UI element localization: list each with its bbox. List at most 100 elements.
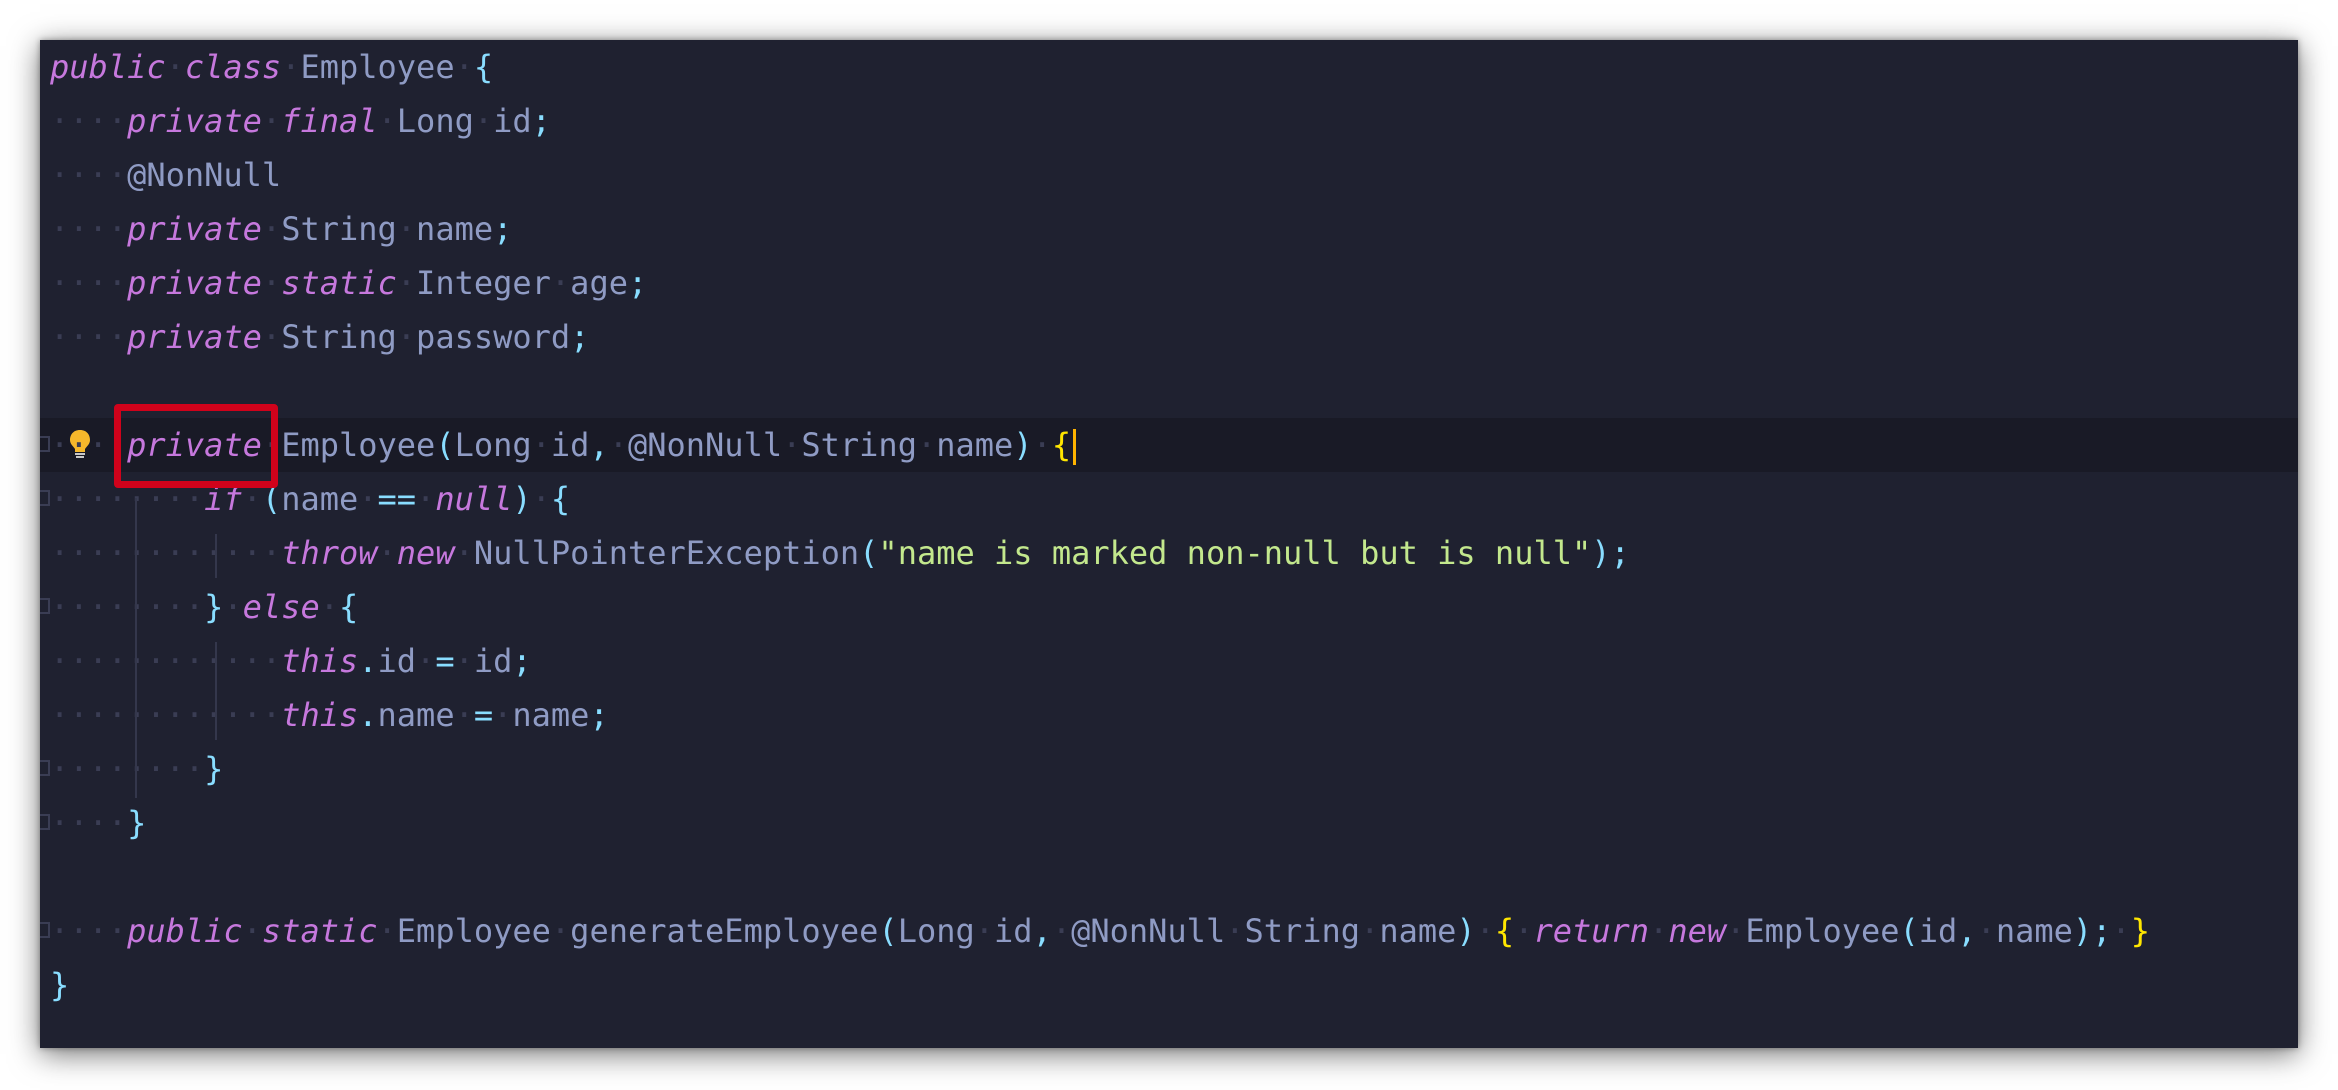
- code-line[interactable]: ········if·(name·==·null)·{: [40, 472, 2298, 526]
- token-ws: ·: [2111, 912, 2131, 950]
- fold-marker-icon[interactable]: [40, 814, 50, 830]
- token-br: {: [338, 588, 359, 626]
- code-line[interactable]: ····private·String·password;: [40, 310, 2298, 364]
- token-ws: ·: [454, 696, 474, 734]
- code-line-text: ····private·String·name;: [50, 202, 512, 256]
- code-line[interactable]: ····@NonNull: [40, 148, 2298, 202]
- indent-guide-3: [215, 642, 217, 740]
- token-br: }: [204, 750, 224, 788]
- token-pun: ;: [1610, 534, 1630, 572]
- token-ws: ·: [319, 588, 339, 626]
- token-pun: ==: [377, 480, 417, 518]
- token-id: name: [281, 480, 359, 518]
- token-id: id: [493, 102, 532, 140]
- code-line[interactable]: ············throw·new·NullPointerExcepti…: [40, 526, 2298, 580]
- token-kw: return: [1533, 912, 1650, 950]
- token-kw: private: [127, 318, 262, 356]
- token-ws: ·: [454, 534, 474, 572]
- code-line[interactable]: ····private·Employee(Long·id,·@NonNull·S…: [40, 418, 2298, 472]
- fold-marker-icon[interactable]: [40, 490, 50, 506]
- token-kw: public: [50, 48, 166, 86]
- token-pun: (: [1899, 912, 1919, 950]
- token-pun: .: [358, 696, 378, 734]
- code-line[interactable]: ····private·static·Integer·age;: [40, 256, 2298, 310]
- code-line[interactable]: [40, 364, 2298, 418]
- code-line[interactable]: ····}: [40, 796, 2298, 850]
- token-kw: static: [281, 264, 397, 302]
- token-ws: ············: [50, 534, 282, 572]
- token-ty: Employee: [396, 912, 551, 950]
- token-id: name: [1995, 912, 2073, 950]
- token-ws: ·: [454, 48, 474, 86]
- token-pun: ;: [589, 696, 609, 734]
- token-id: id: [1918, 912, 1958, 950]
- token-ws: ····: [50, 804, 128, 842]
- code-line-text: ········}·else·{: [50, 580, 358, 634]
- token-ws: ····: [50, 102, 128, 140]
- token-pun: (: [435, 426, 455, 464]
- code-line[interactable]: ····private·String·name;: [40, 202, 2298, 256]
- token-ws: ·: [1032, 426, 1052, 464]
- token-ws: ·: [531, 426, 551, 464]
- token-ws: ·: [782, 426, 802, 464]
- token-ws: ·: [416, 642, 436, 680]
- token-pun: (: [878, 912, 898, 950]
- code-line-text: ············this.name·=·name;: [50, 688, 609, 742]
- code-line[interactable]: ····public·static·Employee·generateEmplo…: [40, 904, 2298, 958]
- token-ybr: {: [1051, 426, 1072, 464]
- fold-marker-icon[interactable]: [40, 436, 50, 452]
- token-ws: ·: [1726, 912, 1746, 950]
- token-kw: this: [281, 696, 359, 734]
- token-br: }: [127, 804, 147, 842]
- code-line[interactable]: }: [40, 958, 2298, 1012]
- code-line[interactable]: ········}·else·{: [40, 580, 2298, 634]
- fold-marker-icon[interactable]: [40, 922, 50, 938]
- code-line-text: ············throw·new·NullPointerExcepti…: [50, 526, 1630, 580]
- token-ws: ········: [50, 588, 205, 626]
- indent-guide-2: [215, 534, 217, 578]
- token-id: password: [416, 318, 571, 356]
- token-ty: Long: [396, 102, 474, 140]
- token-ws: ·: [261, 318, 282, 356]
- token-br: {: [550, 480, 571, 518]
- token-pun: ): [1013, 426, 1033, 464]
- code-line-text: }: [50, 958, 69, 1012]
- code-line-text: ············this.id·=·id;: [50, 634, 532, 688]
- code-line[interactable]: ············this.id·=·id;: [40, 634, 2298, 688]
- token-ty: Employee: [281, 426, 436, 464]
- token-pun: (: [859, 534, 879, 572]
- fold-marker-icon[interactable]: [40, 760, 50, 776]
- code-line[interactable]: [40, 850, 2298, 904]
- token-ws: ·: [377, 912, 397, 950]
- token-pun: ,: [589, 426, 609, 464]
- token-id: id: [550, 426, 590, 464]
- code-line[interactable]: ············this.name·=·name;: [40, 688, 2298, 742]
- code-line[interactable]: public·class·Employee·{: [40, 40, 2298, 94]
- token-str: "name is marked non-null but is null": [878, 534, 1592, 572]
- token-pun: ;: [512, 642, 532, 680]
- token-id: age: [570, 264, 628, 302]
- code-line-text: ····private·String·password;: [50, 310, 589, 364]
- token-ws: ·: [377, 534, 397, 572]
- token-br: }: [50, 966, 70, 1004]
- token-pun: ;: [570, 318, 590, 356]
- code-line-text: ····private·static·Integer·age;: [50, 256, 647, 310]
- token-ws: ·: [223, 588, 243, 626]
- token-pun: ;: [493, 210, 513, 248]
- token-ws: ·: [974, 912, 995, 950]
- token-pun: ;: [627, 264, 648, 302]
- token-ws: ·: [1225, 912, 1245, 950]
- token-ws: ·: [261, 210, 282, 248]
- fold-marker-icon[interactable]: [40, 598, 50, 614]
- token-ws: ·: [261, 102, 282, 140]
- token-ws: ·: [550, 912, 571, 950]
- token-ws: ·: [550, 264, 571, 302]
- token-ty: Employee: [1745, 912, 1900, 950]
- token-ty: Long: [897, 912, 975, 950]
- code-line[interactable]: ····private·final·Long·id;: [40, 94, 2298, 148]
- token-ybr: {: [1494, 912, 1515, 950]
- code-line[interactable]: ········}: [40, 742, 2298, 796]
- token-ws: ·: [916, 426, 937, 464]
- token-pun: ;: [2092, 912, 2112, 950]
- token-kw: static: [261, 912, 378, 950]
